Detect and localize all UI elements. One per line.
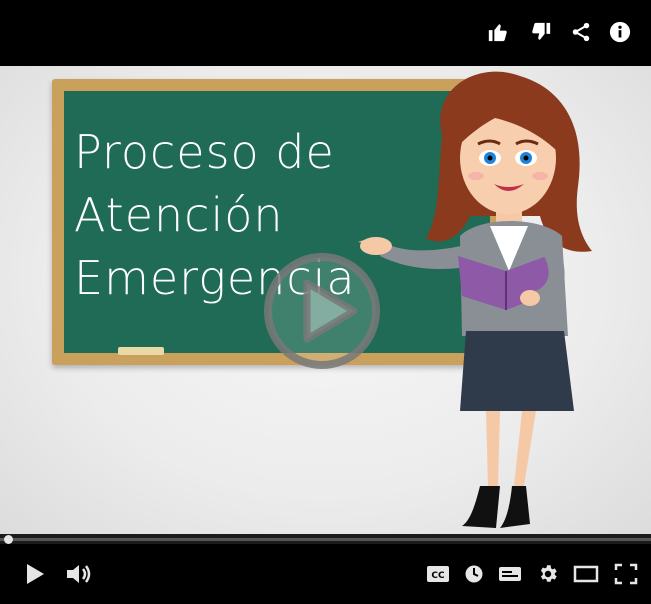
video-frame[interactable]: Proceso de Atención Emergencia	[0, 66, 651, 534]
theater-mode-icon[interactable]	[572, 562, 600, 586]
chalkboard-line: Atención	[74, 188, 284, 242]
closed-captions-icon[interactable]: CC	[425, 562, 451, 586]
volume-icon[interactable]	[64, 562, 94, 586]
info-icon[interactable]	[606, 18, 634, 46]
chalk-piece	[118, 347, 164, 355]
settings-icon[interactable]	[535, 562, 561, 586]
top-bar	[0, 0, 651, 66]
thumbs-down-icon[interactable]	[527, 18, 555, 46]
play-circle-icon	[264, 253, 380, 369]
thumbs-up-icon[interactable]	[484, 18, 512, 46]
fullscreen-icon[interactable]	[612, 562, 640, 586]
play-overlay-button[interactable]	[262, 251, 382, 371]
video-player: Proceso de Atención Emergencia CC	[0, 0, 651, 604]
progress-track	[0, 538, 651, 541]
play-icon[interactable]	[22, 562, 48, 586]
share-icon[interactable]	[567, 18, 595, 46]
chalkboard-line: Proceso de	[74, 125, 335, 179]
controls-bar: CC	[0, 544, 651, 604]
subtitles-icon[interactable]	[497, 562, 523, 586]
scrubber-handle[interactable]	[4, 535, 13, 544]
watch-later-icon[interactable]	[462, 562, 486, 586]
progress-bar[interactable]	[0, 534, 651, 544]
svg-text:CC: CC	[431, 571, 445, 581]
